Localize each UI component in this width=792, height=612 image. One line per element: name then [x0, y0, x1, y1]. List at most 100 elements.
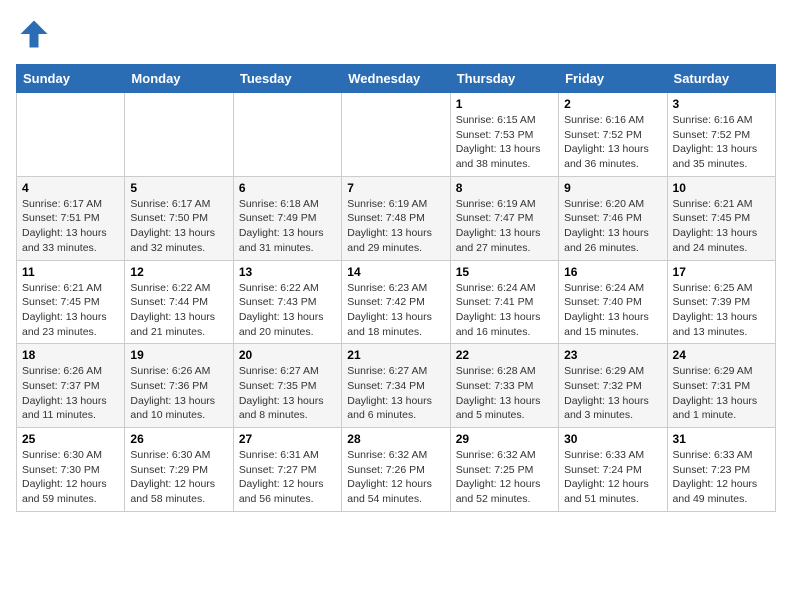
- day-number: 25: [22, 432, 119, 446]
- day-info: Sunrise: 6:27 AM Sunset: 7:34 PM Dayligh…: [347, 364, 444, 423]
- calendar-cell: 12Sunrise: 6:22 AM Sunset: 7:44 PM Dayli…: [125, 260, 233, 344]
- day-info: Sunrise: 6:27 AM Sunset: 7:35 PM Dayligh…: [239, 364, 336, 423]
- day-number: 7: [347, 181, 444, 195]
- day-number: 2: [564, 97, 661, 111]
- calendar-cell: [342, 93, 450, 177]
- calendar-cell: 25 Sunrise: 6:30 AM Sunset: 7:30 PM Dayli…: [17, 428, 125, 512]
- day-info: Sunrise: 6:18 AM Sunset: 7:49 PM Dayligh…: [239, 197, 336, 256]
- calendar-cell: 29 Sunrise: 6:32 AM Sunset: 7:25 PM Dayli…: [450, 428, 558, 512]
- calendar-cell: 8 Sunrise: 6:19 AM Sunset: 7:47 PM Daylig…: [450, 176, 558, 260]
- day-info: Sunrise: 6:17 AM Sunset: 7:51 PM Dayligh…: [22, 197, 119, 256]
- day-info: Sunrise: 6:24 AM Sunset: 7:40 PM Dayligh…: [564, 281, 661, 340]
- weekday-header-row: SundayMondayTuesdayWednesdayThursdayFrid…: [17, 65, 776, 93]
- calendar-cell: 10 Sunrise: 6:21 AM Sunset: 7:45 PM Dayli…: [667, 176, 775, 260]
- day-info: Sunrise: 6:20 AM Sunset: 7:46 PM Dayligh…: [564, 197, 661, 256]
- calendar-cell: 13 Sunrise: 6:22 AM Sunset: 7:43 PM Dayli…: [233, 260, 341, 344]
- calendar-cell: 6 Sunrise: 6:18 AM Sunset: 7:49 PM Daylig…: [233, 176, 341, 260]
- calendar-cell: 23 Sunrise: 6:29 AM Sunset: 7:32 PM Dayli…: [559, 344, 667, 428]
- weekday-header-saturday: Saturday: [667, 65, 775, 93]
- calendar-cell: 16 Sunrise: 6:24 AM Sunset: 7:40 PM Dayli…: [559, 260, 667, 344]
- day-info: Sunrise: 6:23 AM Sunset: 7:42 PM Dayligh…: [347, 281, 444, 340]
- day-number: 8: [456, 181, 553, 195]
- day-info: Sunrise: 6:33 AM Sunset: 7:23 PM Dayligh…: [673, 448, 770, 507]
- day-info: Sunrise: 6:21 AM Sunset: 7:45 PM Dayligh…: [22, 281, 119, 340]
- day-info: Sunrise: 6:31 AM Sunset: 7:27 PM Dayligh…: [239, 448, 336, 507]
- calendar-cell: [17, 93, 125, 177]
- weekday-header-friday: Friday: [559, 65, 667, 93]
- day-number: 22: [456, 348, 553, 362]
- day-number: 29: [456, 432, 553, 446]
- calendar-cell: 15 Sunrise: 6:24 AM Sunset: 7:41 PM Dayli…: [450, 260, 558, 344]
- calendar-cell: 5Sunrise: 6:17 AM Sunset: 7:50 PM Daylig…: [125, 176, 233, 260]
- weekday-header-monday: Monday: [125, 65, 233, 93]
- day-number: 1: [456, 97, 553, 111]
- logo: [16, 16, 56, 52]
- day-number: 12: [130, 265, 227, 279]
- calendar-cell: 17Sunrise: 6:25 AM Sunset: 7:39 PM Dayli…: [667, 260, 775, 344]
- logo-icon: [16, 16, 52, 52]
- calendar-cell: 2 Sunrise: 6:16 AM Sunset: 7:52 PM Daylig…: [559, 93, 667, 177]
- day-info: Sunrise: 6:33 AM Sunset: 7:24 PM Dayligh…: [564, 448, 661, 507]
- weekday-header-thursday: Thursday: [450, 65, 558, 93]
- calendar-cell: 3 Sunrise: 6:16 AM Sunset: 7:52 PM Daylig…: [667, 93, 775, 177]
- day-number: 19: [130, 348, 227, 362]
- day-number: 13: [239, 265, 336, 279]
- day-number: 28: [347, 432, 444, 446]
- calendar-cell: 9 Sunrise: 6:20 AM Sunset: 7:46 PM Daylig…: [559, 176, 667, 260]
- day-number: 9: [564, 181, 661, 195]
- calendar-cell: 31 Sunrise: 6:33 AM Sunset: 7:23 PM Dayli…: [667, 428, 775, 512]
- calendar-cell: [125, 93, 233, 177]
- day-info: Sunrise: 6:21 AM Sunset: 7:45 PM Dayligh…: [673, 197, 770, 256]
- day-info: Sunrise: 6:29 AM Sunset: 7:32 PM Dayligh…: [564, 364, 661, 423]
- day-info: Sunrise: 6:15 AM Sunset: 7:53 PM Dayligh…: [456, 113, 553, 172]
- calendar-cell: [233, 93, 341, 177]
- calendar-cell: 24 Sunrise: 6:29 AM Sunset: 7:31 PM Dayli…: [667, 344, 775, 428]
- day-number: 6: [239, 181, 336, 195]
- day-info: Sunrise: 6:19 AM Sunset: 7:47 PM Dayligh…: [456, 197, 553, 256]
- day-number: 14: [347, 265, 444, 279]
- calendar-cell: 22Sunrise: 6:28 AM Sunset: 7:33 PM Dayli…: [450, 344, 558, 428]
- day-number: 24: [673, 348, 770, 362]
- calendar-cell: 28 Sunrise: 6:32 AM Sunset: 7:26 PM Dayli…: [342, 428, 450, 512]
- day-info: Sunrise: 6:30 AM Sunset: 7:30 PM Dayligh…: [22, 448, 119, 507]
- day-info: Sunrise: 6:29 AM Sunset: 7:31 PM Dayligh…: [673, 364, 770, 423]
- day-info: Sunrise: 6:26 AM Sunset: 7:36 PM Dayligh…: [130, 364, 227, 423]
- calendar-cell: 26Sunrise: 6:30 AM Sunset: 7:29 PM Dayli…: [125, 428, 233, 512]
- day-info: Sunrise: 6:30 AM Sunset: 7:29 PM Dayligh…: [130, 448, 227, 507]
- calendar-cell: 30 Sunrise: 6:33 AM Sunset: 7:24 PM Dayli…: [559, 428, 667, 512]
- calendar-week-4: 18 Sunrise: 6:26 AM Sunset: 7:37 PM Dayli…: [17, 344, 776, 428]
- calendar-cell: 1 Sunrise: 6:15 AM Sunset: 7:53 PM Daylig…: [450, 93, 558, 177]
- day-info: Sunrise: 6:16 AM Sunset: 7:52 PM Dayligh…: [564, 113, 661, 172]
- calendar-cell: 21Sunrise: 6:27 AM Sunset: 7:34 PM Dayli…: [342, 344, 450, 428]
- day-info: Sunrise: 6:25 AM Sunset: 7:39 PM Dayligh…: [673, 281, 770, 340]
- day-info: Sunrise: 6:22 AM Sunset: 7:43 PM Dayligh…: [239, 281, 336, 340]
- weekday-header-wednesday: Wednesday: [342, 65, 450, 93]
- day-info: Sunrise: 6:32 AM Sunset: 7:26 PM Dayligh…: [347, 448, 444, 507]
- day-number: 20: [239, 348, 336, 362]
- calendar-cell: 20 Sunrise: 6:27 AM Sunset: 7:35 PM Dayli…: [233, 344, 341, 428]
- calendar-cell: 11Sunrise: 6:21 AM Sunset: 7:45 PM Dayli…: [17, 260, 125, 344]
- day-number: 15: [456, 265, 553, 279]
- calendar-cell: 19 Sunrise: 6:26 AM Sunset: 7:36 PM Dayli…: [125, 344, 233, 428]
- calendar-week-5: 25 Sunrise: 6:30 AM Sunset: 7:30 PM Dayli…: [17, 428, 776, 512]
- day-number: 23: [564, 348, 661, 362]
- day-number: 31: [673, 432, 770, 446]
- day-info: Sunrise: 6:24 AM Sunset: 7:41 PM Dayligh…: [456, 281, 553, 340]
- day-info: Sunrise: 6:16 AM Sunset: 7:52 PM Dayligh…: [673, 113, 770, 172]
- calendar-table: SundayMondayTuesdayWednesdayThursdayFrid…: [16, 64, 776, 512]
- day-info: Sunrise: 6:17 AM Sunset: 7:50 PM Dayligh…: [130, 197, 227, 256]
- calendar-cell: 18 Sunrise: 6:26 AM Sunset: 7:37 PM Dayli…: [17, 344, 125, 428]
- day-number: 16: [564, 265, 661, 279]
- calendar-week-2: 4Sunrise: 6:17 AM Sunset: 7:51 PM Daylig…: [17, 176, 776, 260]
- day-number: 30: [564, 432, 661, 446]
- calendar-cell: 14 Sunrise: 6:23 AM Sunset: 7:42 PM Dayli…: [342, 260, 450, 344]
- page-header: [16, 16, 776, 52]
- calendar-cell: 27Sunrise: 6:31 AM Sunset: 7:27 PM Dayli…: [233, 428, 341, 512]
- weekday-header-sunday: Sunday: [17, 65, 125, 93]
- day-number: 3: [673, 97, 770, 111]
- day-number: 18: [22, 348, 119, 362]
- day-info: Sunrise: 6:32 AM Sunset: 7:25 PM Dayligh…: [456, 448, 553, 507]
- day-info: Sunrise: 6:26 AM Sunset: 7:37 PM Dayligh…: [22, 364, 119, 423]
- day-info: Sunrise: 6:19 AM Sunset: 7:48 PM Dayligh…: [347, 197, 444, 256]
- day-number: 10: [673, 181, 770, 195]
